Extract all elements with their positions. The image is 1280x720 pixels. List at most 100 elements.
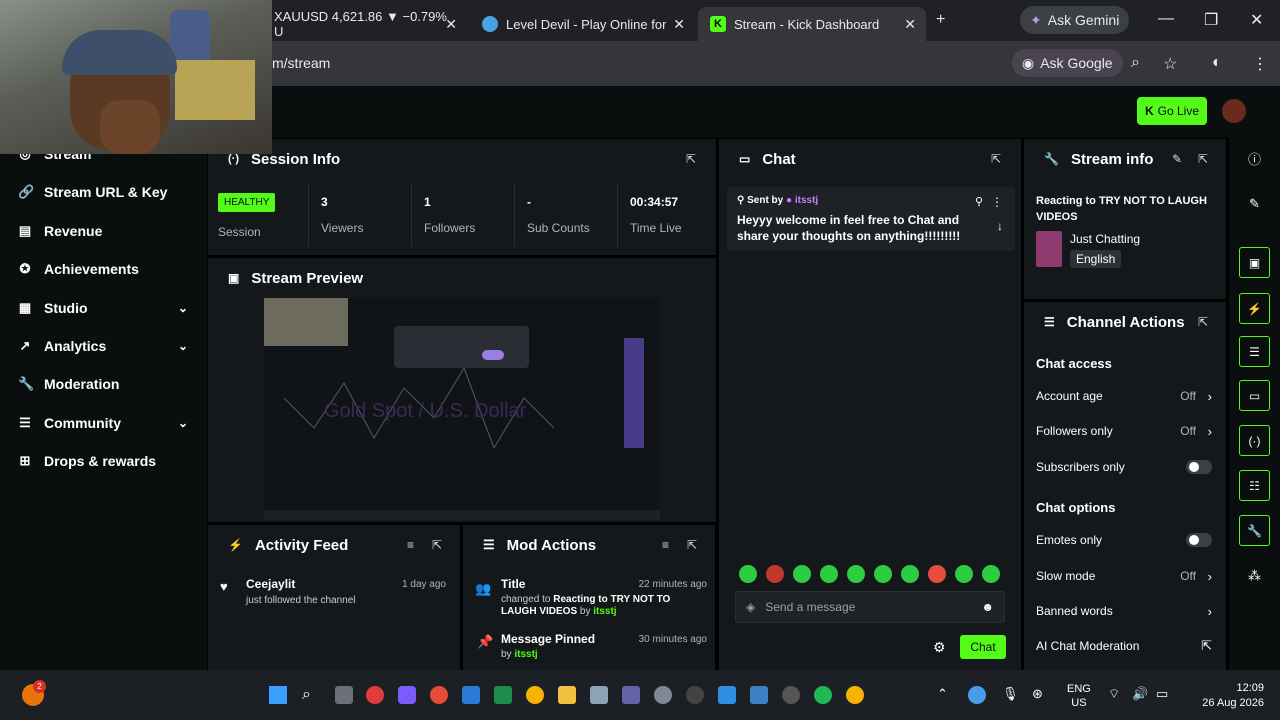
popout-icon[interactable]: ⇱: [1198, 152, 1208, 166]
preview-panel-icon[interactable]: ▣: [1239, 247, 1270, 278]
wrench-icon[interactable]: 🔧: [1239, 515, 1270, 546]
kebab-icon[interactable]: ⋮: [991, 195, 1003, 209]
emote-icon[interactable]: [901, 565, 919, 583]
spotify-icon[interactable]: [814, 686, 832, 704]
apps-icon[interactable]: ⁂: [1239, 560, 1270, 591]
avatar[interactable]: [1222, 99, 1246, 123]
sidebar-item-achievements[interactable]: ✪ Achievements: [18, 251, 188, 287]
wifi-icon[interactable]: ⌔: [1108, 686, 1120, 702]
setting-followers-only[interactable]: Followers only Off ›: [1036, 416, 1212, 446]
mod-user[interactable]: itsstj: [514, 649, 537, 660]
list-icon[interactable]: ☰: [1239, 336, 1270, 367]
go-live-button[interactable]: K Go Live: [1137, 97, 1207, 125]
mic-icon[interactable]: 🎙: [1002, 686, 1019, 702]
close-tab-icon[interactable]: ✕: [673, 16, 685, 33]
close-tab-icon[interactable]: ✕: [445, 16, 457, 33]
sidebar-item-community[interactable]: ☰ Community ⌄: [18, 405, 188, 441]
onedrive-icon[interactable]: [968, 686, 986, 704]
bolt-icon[interactable]: ⚡: [1239, 293, 1270, 324]
menu-kebab-icon[interactable]: ⋮: [1252, 54, 1268, 74]
teams-icon[interactable]: [622, 686, 640, 704]
pinned-user[interactable]: itsstj: [795, 195, 818, 206]
zoom-icon[interactable]: ⌕: [1131, 54, 1140, 72]
bookmark-star-icon[interactable]: ☆: [1163, 54, 1177, 74]
gear-icon[interactable]: ⚙: [933, 639, 946, 656]
popout-icon[interactable]: ⇱: [687, 538, 697, 552]
activity-user[interactable]: Ceejaylit: [246, 577, 295, 591]
clock[interactable]: 12:09 26 Aug 2026: [1188, 681, 1264, 711]
emote-icon[interactable]: [739, 565, 757, 583]
app-icon[interactable]: [398, 686, 416, 704]
battery-icon[interactable]: ▭: [1156, 686, 1168, 702]
setting-account-age[interactable]: Account age Off ›: [1036, 381, 1212, 411]
setting-ai-moderation[interactable]: AI Chat Moderation ⇱: [1036, 631, 1212, 661]
close-window-icon[interactable]: ✕: [1250, 10, 1263, 30]
settings-icon[interactable]: [654, 686, 672, 704]
emote-icon[interactable]: [928, 565, 946, 583]
sidebar-item-analytics[interactable]: ↗ Analytics ⌄: [18, 328, 188, 364]
vscode-icon[interactable]: [718, 686, 736, 704]
file-explorer-icon[interactable]: [558, 686, 576, 704]
mod-user[interactable]: itsstj: [593, 606, 616, 617]
task-view-icon[interactable]: [335, 686, 353, 704]
sidebar-item-drops[interactable]: ⊞ Drops & rewards: [18, 443, 188, 479]
chat-icon[interactable]: ▭: [1239, 380, 1270, 411]
setting-slow-mode[interactable]: Slow mode Off ›: [1036, 561, 1212, 591]
sidebar-item-revenue[interactable]: ▤ Revenue: [18, 213, 188, 249]
setting-banned-words[interactable]: Banned words ›: [1036, 596, 1212, 626]
emote-icon[interactable]: [982, 565, 1000, 583]
edit-icon[interactable]: ✎: [1172, 152, 1182, 166]
emote-icon[interactable]: [874, 565, 892, 583]
ask-gemini-button[interactable]: ✦ Ask Gemini: [1020, 6, 1130, 34]
category-name[interactable]: Just Chatting: [1070, 232, 1140, 246]
sidebar-item-studio[interactable]: ▦ Studio ⌄: [18, 290, 188, 326]
tab-kick-dashboard[interactable]: K Stream - Kick Dashboard ✕: [698, 7, 926, 41]
unpin-icon[interactable]: ⚲: [975, 195, 983, 208]
calculator-icon[interactable]: [590, 686, 608, 704]
popout-icon[interactable]: ⇱: [991, 152, 1001, 166]
emote-icon[interactable]: [820, 565, 838, 583]
profile-icon[interactable]: ◐: [1212, 54, 1222, 72]
filter-icon[interactable]: ≡: [662, 538, 669, 552]
chrome-icon[interactable]: [526, 686, 544, 704]
chat-input[interactable]: ◈ Send a message ☻: [735, 591, 1005, 623]
stream-preview-video[interactable]: Gold Spot / U.S. Dollar: [264, 298, 660, 520]
close-tab-icon[interactable]: ✕: [904, 16, 916, 33]
info-icon[interactable]: ⓘ: [1239, 143, 1270, 174]
excel-icon[interactable]: [494, 686, 512, 704]
windows-start-icon[interactable]: [269, 686, 287, 704]
broadcast-icon[interactable]: (·): [1239, 425, 1270, 456]
chevron-up-icon[interactable]: ⌃: [937, 686, 948, 702]
search-icon[interactable]: ⌕: [302, 686, 311, 704]
volume-icon[interactable]: 🔊: [1132, 686, 1148, 702]
emoji-icon[interactable]: ☻: [981, 600, 994, 614]
arrow-down-icon[interactable]: ↓: [997, 219, 1003, 233]
emote-icon[interactable]: [793, 565, 811, 583]
tab-xauusd[interactable]: XAUUSD 4,621.86 ▼ −0.79% U ✕: [262, 7, 467, 41]
popout-icon[interactable]: ⇱: [686, 152, 696, 166]
minimize-icon[interactable]: —: [1158, 10, 1174, 28]
popout-icon[interactable]: ⇱: [432, 538, 442, 552]
app-icon[interactable]: [686, 686, 704, 704]
obs-icon[interactable]: [782, 686, 800, 704]
new-tab-icon[interactable]: +: [936, 11, 945, 29]
emotes-only-toggle[interactable]: [1186, 533, 1212, 547]
app-icon[interactable]: [366, 686, 384, 704]
actions-icon[interactable]: ☷: [1239, 470, 1270, 501]
language-indicator[interactable]: ENG US: [1067, 682, 1091, 710]
edit-icon[interactable]: ✎: [1239, 188, 1270, 219]
send-chat-button[interactable]: Chat: [960, 635, 1006, 659]
ask-google-button[interactable]: ◉ Ask Google: [1012, 49, 1123, 77]
popout-icon[interactable]: ⇱: [1198, 315, 1208, 329]
chrome-icon[interactable]: [846, 686, 864, 704]
app-icon[interactable]: [462, 686, 480, 704]
subscribers-only-toggle[interactable]: [1186, 460, 1212, 474]
tab-level-devil[interactable]: Level Devil - Play Online for Fr ✕: [470, 7, 695, 41]
maximize-icon[interactable]: ❐: [1204, 10, 1218, 30]
emote-icon[interactable]: [955, 565, 973, 583]
filter-icon[interactable]: ≡: [407, 538, 414, 552]
emote-icon[interactable]: [766, 565, 784, 583]
emote-icon[interactable]: [847, 565, 865, 583]
url-field[interactable]: m/stream: [272, 55, 330, 71]
app-icon[interactable]: [750, 686, 768, 704]
